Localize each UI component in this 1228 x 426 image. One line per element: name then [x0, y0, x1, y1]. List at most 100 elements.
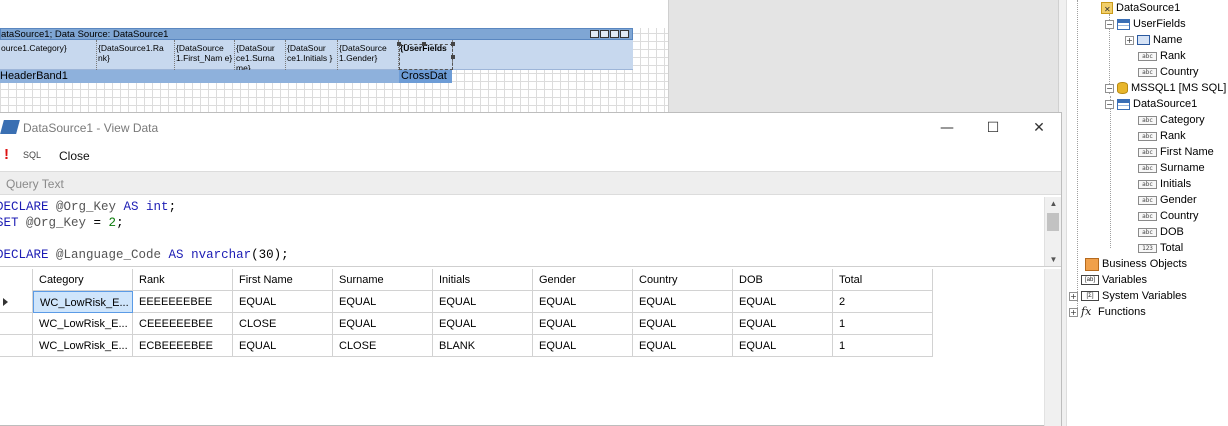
grid-cell[interactable]: EQUAL — [633, 313, 733, 335]
grid-cell[interactable]: WC_LowRisk_E... — [33, 335, 133, 357]
scroll-down-icon[interactable]: ▼ — [1045, 253, 1061, 266]
close-window-button[interactable]: ✕ — [1016, 113, 1062, 143]
grid-cell[interactable]: EQUAL — [433, 291, 533, 313]
sql-button[interactable]: SQL — [23, 150, 41, 160]
grid-cell[interactable]: EQUAL — [733, 291, 833, 313]
tree-field-total[interactable]: 123 Total — [1138, 240, 1183, 256]
col-header-first-name[interactable]: First Name — [233, 269, 333, 291]
grid-cell[interactable]: EQUAL — [533, 313, 633, 335]
tree-node-business-objects[interactable]: Business Objects — [1085, 256, 1187, 272]
tree-node-rank[interactable]: abc Rank — [1138, 48, 1186, 64]
tree-node-datasource1-child[interactable]: − DataSource1 — [1105, 96, 1197, 112]
grid-cell[interactable]: 2 — [833, 291, 933, 313]
grid-cell[interactable]: EQUAL — [333, 313, 433, 335]
cell-category[interactable]: ource1.Category} — [0, 40, 97, 70]
tree-node-mssql[interactable]: − MSSQL1 [MS SQL] — [1105, 80, 1226, 96]
tree-field-dob[interactable]: abc DOB — [1138, 224, 1184, 240]
col-header-rank[interactable]: Rank — [133, 269, 233, 291]
grid-cell[interactable]: 1 — [833, 313, 933, 335]
tree-node-userfields[interactable]: − UserFields — [1105, 16, 1186, 32]
grid-cell[interactable]: EQUAL — [233, 335, 333, 357]
col-header-dob[interactable]: DOB — [733, 269, 833, 291]
grid-cell[interactable]: EQUAL — [533, 291, 633, 313]
header-band[interactable]: HeaderBand1 — [0, 70, 452, 83]
grid-cell[interactable]: EQUAL — [433, 313, 533, 335]
tree-node-name[interactable]: + Name — [1125, 32, 1182, 48]
grid-cell[interactable]: EQUAL — [633, 291, 733, 313]
collapse-icon[interactable]: − — [1105, 99, 1114, 109]
crossdata-band[interactable]: CrossDat — [399, 70, 452, 83]
band-icon-2[interactable] — [600, 30, 609, 38]
tree-field-category[interactable]: abc Category — [1138, 112, 1205, 128]
grid-cell[interactable]: CLOSE — [233, 313, 333, 335]
grid-cell[interactable]: 1 — [833, 335, 933, 357]
band-icon-4[interactable] — [620, 30, 629, 38]
tree-field-country[interactable]: abc Country — [1138, 208, 1199, 224]
cell-gender[interactable]: {DataSource 1.Gender} — [338, 40, 399, 70]
col-header-category[interactable]: Category — [33, 269, 133, 291]
resize-handle[interactable] — [451, 55, 455, 59]
grid-cell[interactable]: ECBEEEEBEE — [133, 335, 233, 357]
cell-first-name[interactable]: {DataSource 1.First_Nam e} — [175, 40, 235, 70]
tree-field-rank[interactable]: abc Rank — [1138, 128, 1186, 144]
exclamation-icon[interactable]: ! — [4, 147, 12, 163]
cell-surname[interactable]: {DataSour ce1.Surna me} — [235, 40, 286, 70]
resize-handle[interactable] — [422, 42, 426, 46]
tree-field-first-name[interactable]: abc First Name — [1138, 144, 1214, 160]
editor-scrollbar[interactable]: ▲ ▼ — [1044, 197, 1061, 266]
table-row[interactable]: WC_LowRisk_E... CEEEEEEBEE CLOSE EQUAL E… — [0, 313, 933, 335]
tree-node-variables[interactable]: [ab] Variables — [1081, 272, 1147, 288]
tree-field-surname[interactable]: abc Surname — [1138, 160, 1205, 176]
tree-field-initials[interactable]: abc Initials — [1138, 176, 1191, 192]
grid-cell[interactable]: EEEEEEEBEE — [133, 291, 233, 313]
grid-cell[interactable]: WC_LowRisk_E... — [33, 313, 133, 335]
grid-cell[interactable]: EQUAL — [333, 291, 433, 313]
scroll-thumb[interactable] — [1047, 213, 1059, 231]
row-selector[interactable] — [0, 335, 33, 357]
collapse-icon[interactable]: − — [1105, 83, 1114, 93]
resize-handle[interactable] — [397, 42, 401, 46]
cell-initials[interactable]: {DataSour ce1.Initials } — [286, 40, 338, 70]
tree-node-datasource1[interactable]: DataSource1 — [1101, 0, 1180, 16]
resize-handle[interactable] — [451, 42, 455, 46]
maximize-button[interactable]: ☐ — [970, 113, 1016, 143]
tree-node-system-variables[interactable]: + [Σ] System Variables — [1069, 288, 1187, 304]
col-header-gender[interactable]: Gender — [533, 269, 633, 291]
grid-cell[interactable]: BLANK — [433, 335, 533, 357]
row-selector-current[interactable] — [0, 291, 33, 313]
grid-cell[interactable]: EQUAL — [533, 335, 633, 357]
col-header-initials[interactable]: Initials — [433, 269, 533, 291]
tree-node-functions[interactable]: + fx Functions — [1069, 304, 1146, 320]
table-row[interactable]: WC_LowRisk_E... EEEEEEEBEE EQUAL EQUAL E… — [0, 291, 933, 313]
expand-icon[interactable]: + — [1069, 307, 1078, 317]
band-icon-1[interactable] — [590, 30, 599, 38]
grid-cell[interactable]: WC_LowRisk_E... — [33, 291, 133, 313]
grid-cell[interactable]: EQUAL — [733, 313, 833, 335]
query-editor[interactable]: DECLARE @Org_Key AS int;SET @Org_Key = 2… — [0, 197, 1061, 267]
expand-icon[interactable]: + — [1069, 291, 1078, 301]
grid-cell[interactable]: EQUAL — [733, 335, 833, 357]
row-selector[interactable] — [0, 313, 33, 335]
tree-node-country[interactable]: abc Country — [1138, 64, 1199, 80]
tree-field-gender[interactable]: abc Gender — [1138, 192, 1197, 208]
query-text-header[interactable]: Query Text — [0, 171, 1061, 195]
dialog-scrollbar[interactable] — [1044, 269, 1061, 426]
table-row[interactable]: WC_LowRisk_E... ECBEEEEBEE EQUAL CLOSE B… — [0, 335, 933, 357]
collapse-icon[interactable]: − — [1105, 19, 1114, 29]
scroll-up-icon[interactable]: ▲ — [1045, 197, 1061, 211]
grid-cell[interactable]: EQUAL — [233, 291, 333, 313]
expand-icon[interactable]: + — [1125, 35, 1134, 45]
band-icon-3[interactable] — [610, 30, 619, 38]
close-button[interactable]: Close — [59, 149, 90, 163]
cell-rank[interactable]: {DataSource1.Ra nk} — [97, 40, 175, 70]
grid-cell[interactable]: CLOSE — [333, 335, 433, 357]
crosstab-selection[interactable] — [397, 42, 455, 70]
grid-cell[interactable]: CEEEEEEBEE — [133, 313, 233, 335]
col-header-country[interactable]: Country — [633, 269, 733, 291]
minimize-button[interactable]: — — [924, 113, 970, 143]
grid-cell[interactable]: EQUAL — [633, 335, 733, 357]
col-header-surname[interactable]: Surname — [333, 269, 433, 291]
dialog-titlebar[interactable]: DataSource1 - View Data — ☐ ✕ — [0, 113, 1061, 143]
databand-header[interactable]: ataSource1; Data Source: DataSource1 — [0, 28, 633, 40]
col-header-total[interactable]: Total — [833, 269, 933, 291]
